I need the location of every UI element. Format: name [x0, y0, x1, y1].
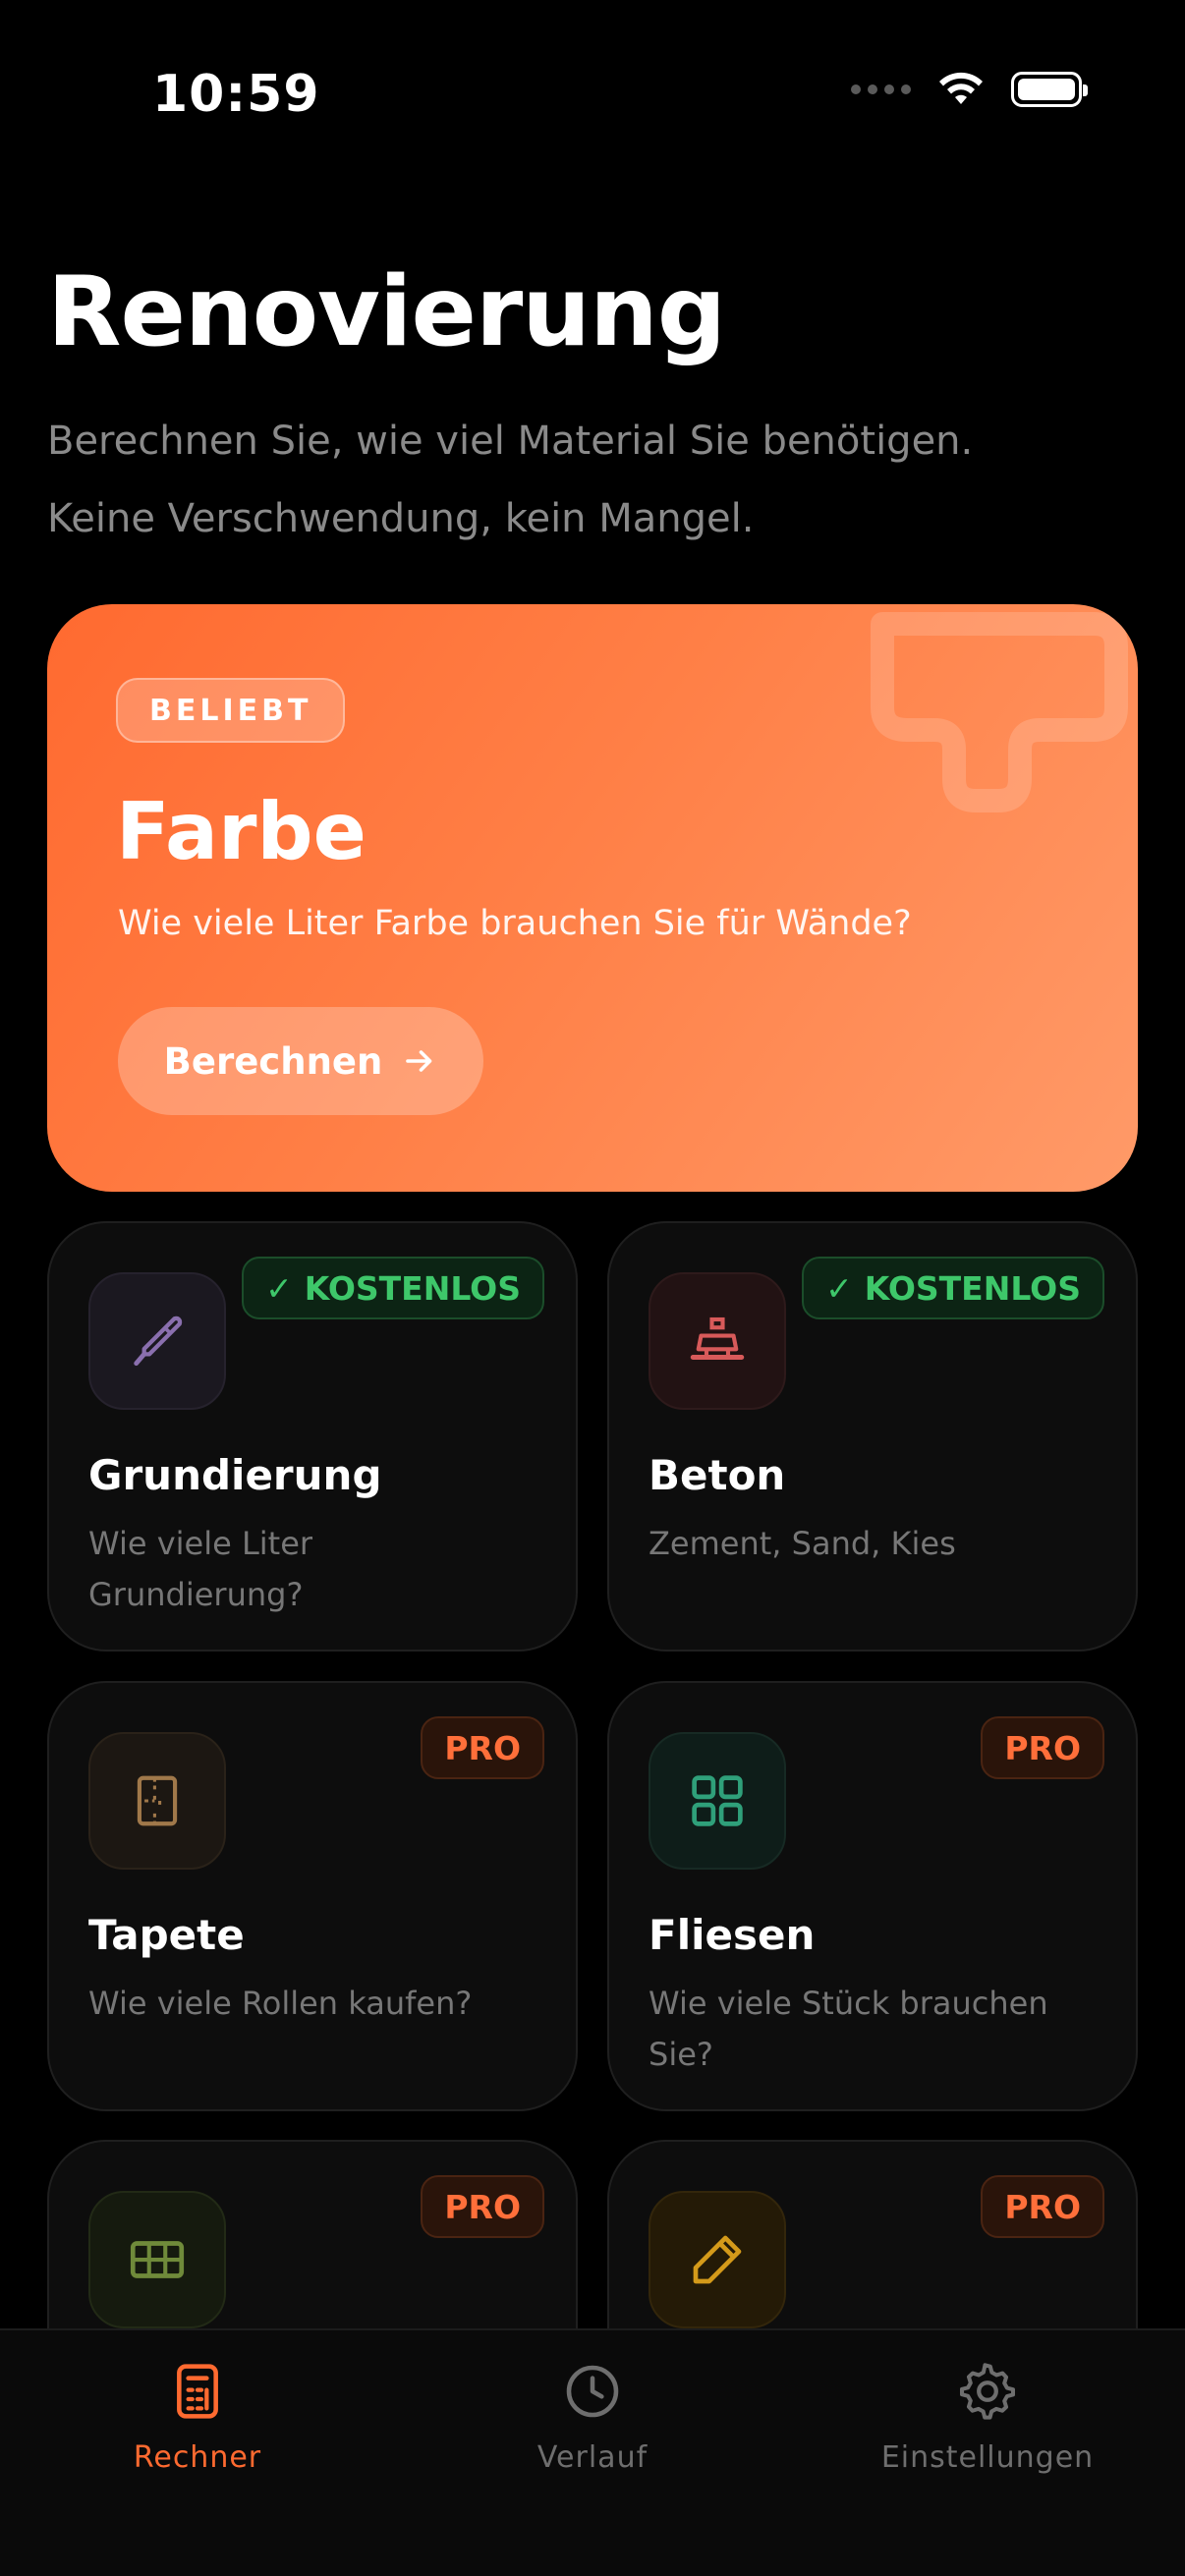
- card-description: Wie viele Stück brauchen Sie?: [649, 1985, 1048, 2073]
- card-title: Beton: [649, 1451, 786, 1499]
- tab-history[interactable]: Verlauf: [395, 2360, 790, 2475]
- card-description: Wie viele Liter Grundierung?: [88, 1525, 313, 1613]
- status-time: 10:59: [152, 65, 320, 124]
- badge-free: ✓ KOSTENLOS: [242, 1257, 544, 1319]
- hero-card-paint[interactable]: BELIEBT Farbe Wie viele Liter Farbe brau…: [47, 604, 1138, 1192]
- check-icon: ✓: [825, 1268, 853, 1308]
- tab-calculator[interactable]: Rechner: [0, 2360, 395, 2475]
- badge-pro: PRO: [421, 2175, 544, 2238]
- badge-label: PRO: [1004, 2187, 1081, 2226]
- card-title: Fliesen: [649, 1911, 816, 1959]
- tab-label: Verlauf: [536, 2440, 649, 2475]
- battery-icon: [1011, 72, 1088, 107]
- badge-label: KOSTENLOS: [864, 1268, 1081, 1308]
- check-icon: ✓: [265, 1268, 293, 1308]
- hero-description: Wie viele Liter Farbe brauchen Sie für W…: [118, 904, 912, 943]
- status-bar: 10:59: [0, 0, 1185, 187]
- card-tiles[interactable]: PRO Fliesen Wie viele Stück brauchen Sie…: [607, 1681, 1138, 2111]
- tab-label: Einstellungen: [880, 2440, 1095, 2475]
- badge-label: PRO: [1004, 1728, 1081, 1767]
- card-title: Grundierung: [88, 1451, 382, 1499]
- card-wallpaper[interactable]: PRO Tapete Wie viele Rollen kaufen?: [47, 1681, 578, 2111]
- icon-box: [88, 1732, 226, 1870]
- icon-box: [649, 1272, 786, 1410]
- page-subtitle-line2: Keine Verschwendung, kein Mangel.: [47, 496, 755, 541]
- badge-pro: PRO: [981, 1716, 1104, 1779]
- tab-settings[interactable]: Einstellungen: [790, 2360, 1185, 2475]
- cellular-signal-icon: [851, 84, 911, 94]
- card-title: Tapete: [88, 1911, 245, 1959]
- wallpaper-icon: [137, 1775, 178, 1826]
- page-subtitle-line1: Berechnen Sie, wie viel Material Sie ben…: [47, 419, 974, 464]
- badge-label: PRO: [444, 1728, 521, 1767]
- card-description: Wie viele Rollen kaufen?: [88, 1985, 473, 2022]
- concrete-mixer-icon: [690, 1316, 745, 1360]
- tab-label: Rechner: [133, 2440, 262, 2475]
- badge-label: KOSTENLOS: [304, 1268, 521, 1308]
- card-concrete[interactable]: ✓ KOSTENLOS Beton Zement, Sand, Kies: [607, 1221, 1138, 1652]
- badge-pro: PRO: [981, 2175, 1104, 2238]
- hero-title: Farbe: [116, 786, 367, 877]
- gear-icon: [959, 2363, 1015, 2420]
- badge-label: PRO: [444, 2187, 521, 2226]
- badge-pro: PRO: [421, 1716, 544, 1779]
- icon-box: [88, 1272, 226, 1410]
- brush-icon: [134, 1316, 183, 1367]
- page-subtitle: Berechnen Sie, wie viel Material Sie ben…: [47, 403, 1138, 558]
- hero-badge: BELIEBT: [116, 678, 346, 743]
- card-primer[interactable]: ✓ KOSTENLOS Grundierung Wie viele Liter …: [47, 1221, 578, 1652]
- tab-bar: Rechner Verlauf Einstellungen: [0, 2328, 1185, 2576]
- icon-box: [649, 2191, 786, 2328]
- wifi-icon: [939, 72, 983, 104]
- tiles-icon: [692, 1775, 743, 1826]
- calculate-button[interactable]: Berechnen: [118, 1007, 483, 1115]
- grid-icon: [130, 2241, 185, 2278]
- pencil-icon: [693, 2235, 742, 2284]
- calculator-icon: [177, 2364, 218, 2419]
- badge-free: ✓ KOSTENLOS: [802, 1257, 1104, 1319]
- status-icons: [851, 71, 1088, 108]
- arrow-right-icon: [406, 1050, 432, 1072]
- calculate-button-label: Berechnen: [163, 1039, 383, 1083]
- clock-icon: [566, 2365, 619, 2418]
- paint-roller-icon: [871, 612, 1128, 812]
- page-title: Renovierung: [47, 256, 726, 368]
- card-description: Zement, Sand, Kies: [649, 1525, 956, 1562]
- icon-box: [649, 1732, 786, 1870]
- icon-box: [88, 2191, 226, 2328]
